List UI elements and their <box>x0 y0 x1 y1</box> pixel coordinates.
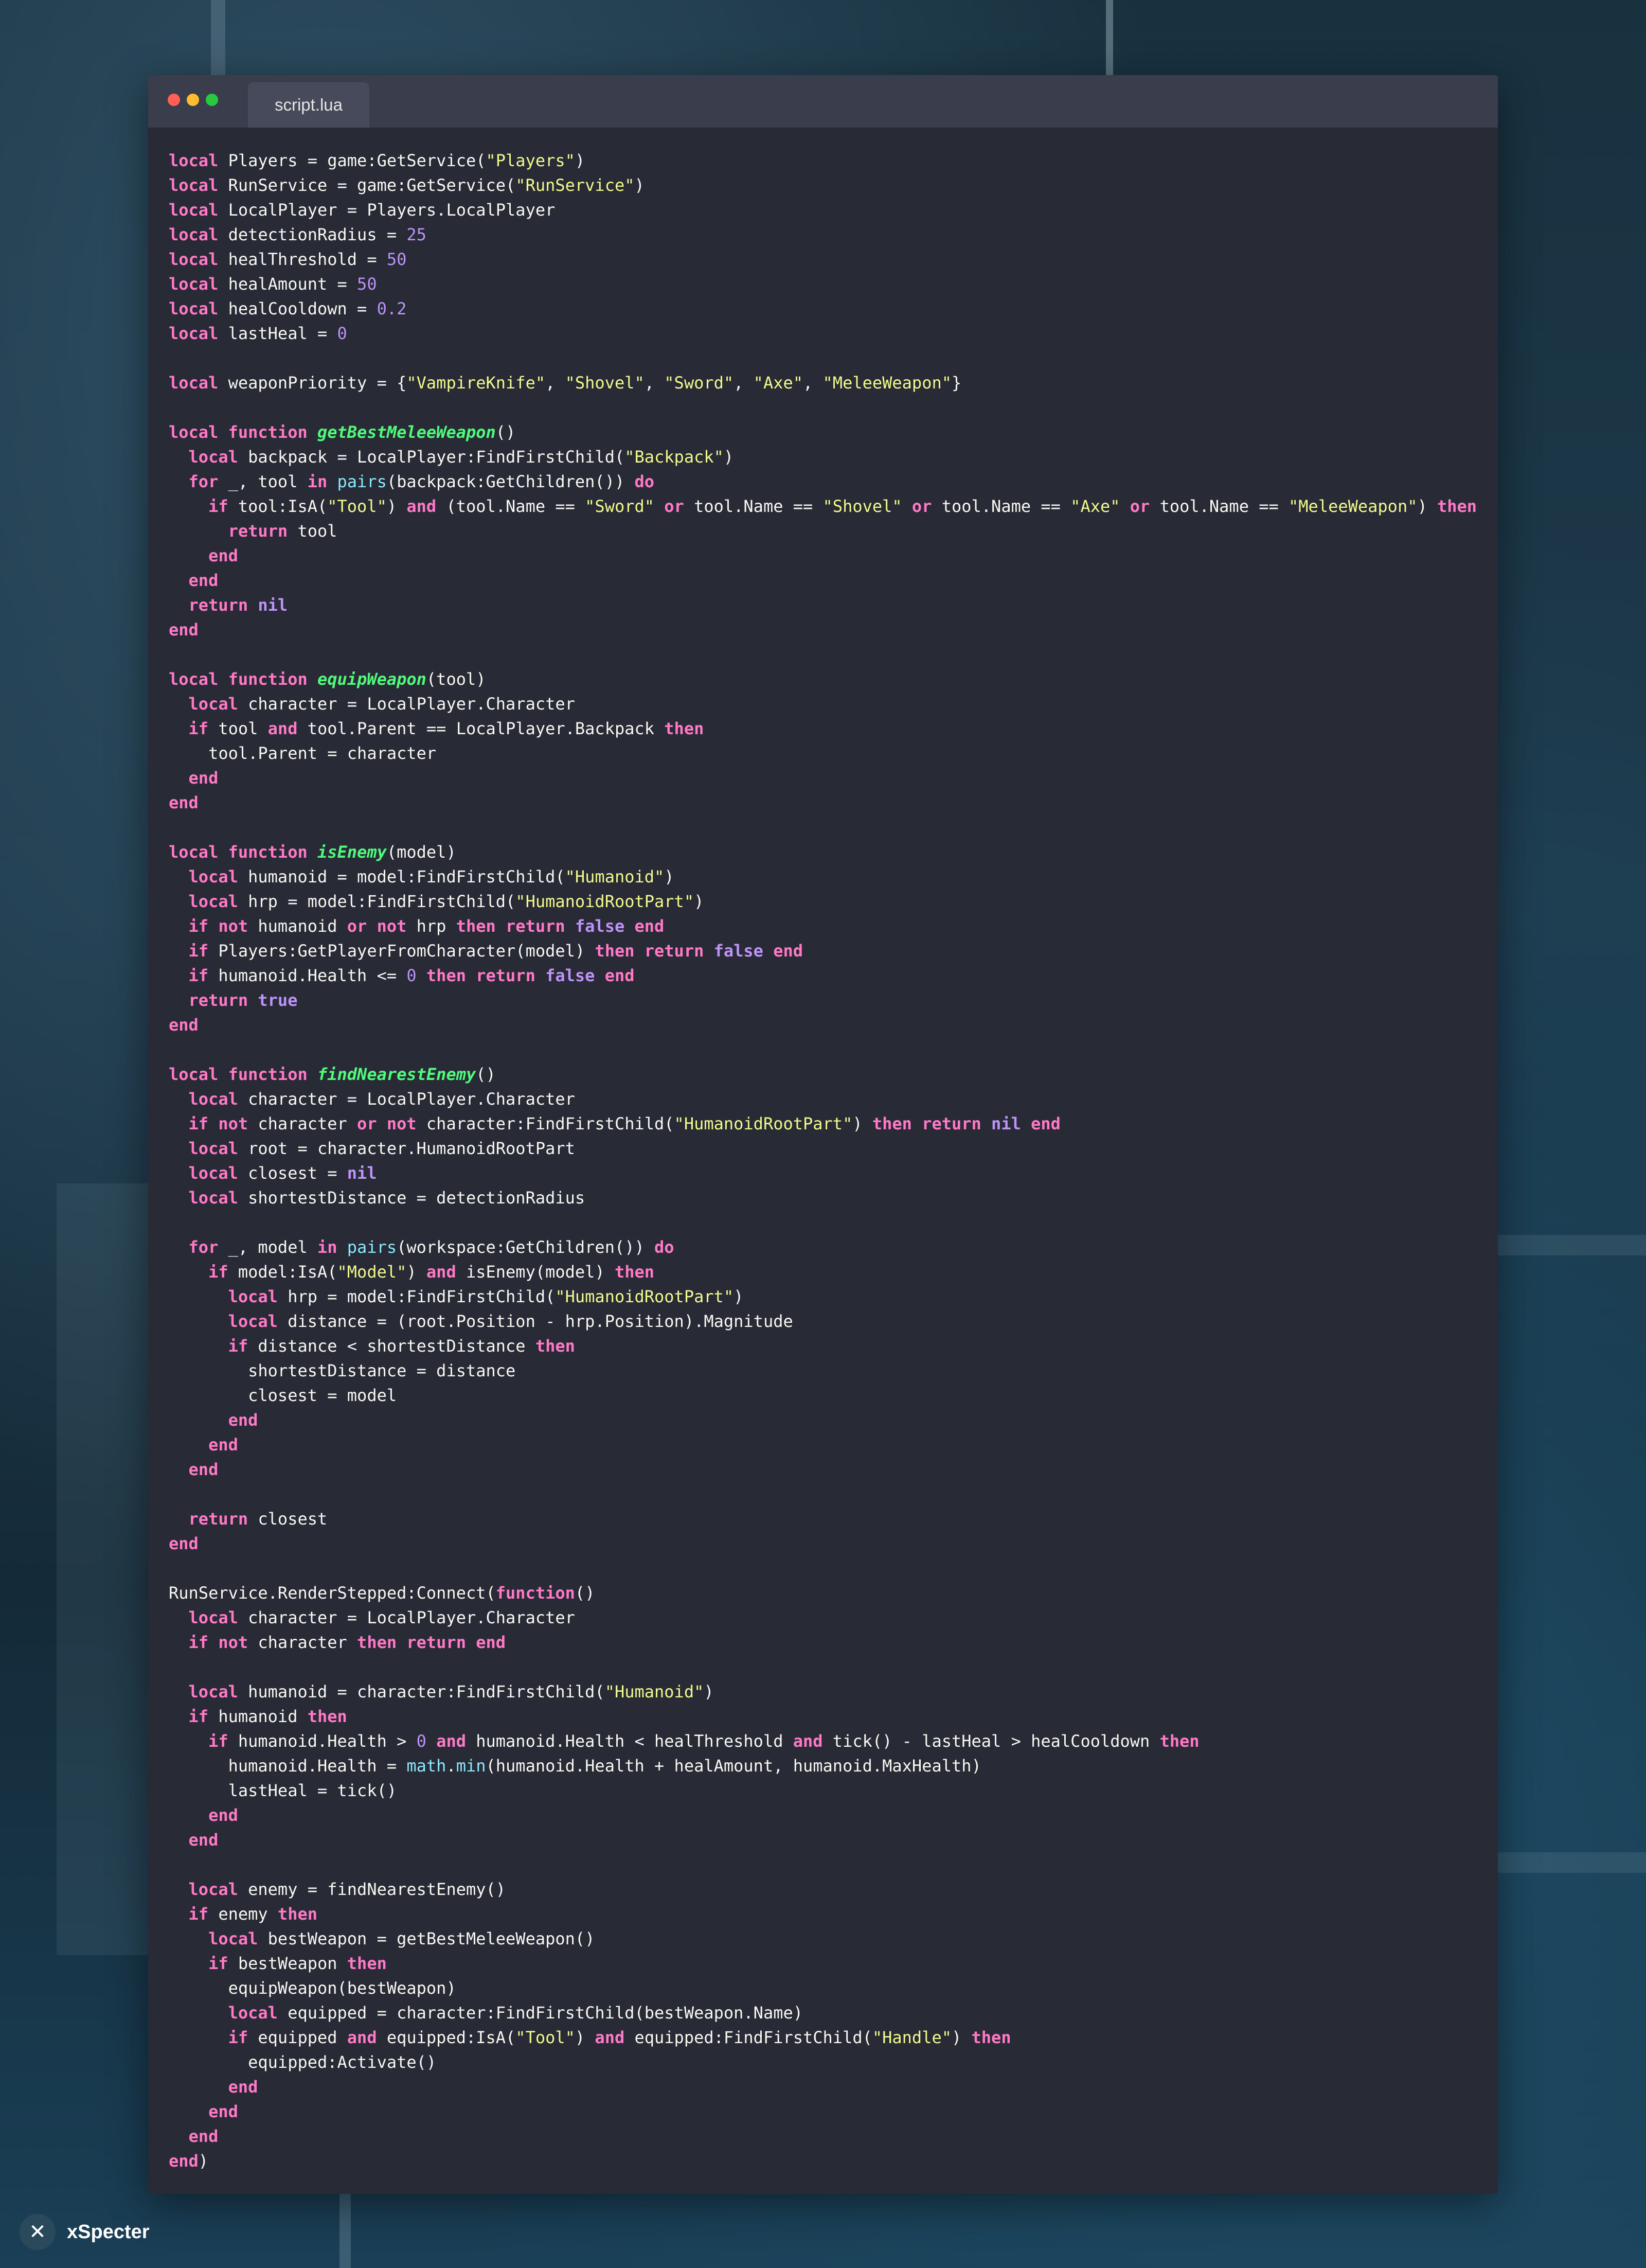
code-line: local character = LocalPlayer.Character <box>188 694 575 714</box>
code-line: local enemy = findNearestEnemy() <box>188 1880 506 1899</box>
code-line: end <box>188 1460 219 1479</box>
xspecter-logo-icon: ✕ <box>20 2214 56 2250</box>
code-line: end <box>188 768 219 788</box>
code-window: script.lua local Players = game:GetServi… <box>148 75 1498 2194</box>
code-line: local detectionRadius = 25 <box>169 225 426 244</box>
code-line: if tool:IsA("Tool") and (tool.Name == "S… <box>208 497 1477 516</box>
code-line: if not character then return end <box>188 1633 506 1652</box>
code-line: local Players = game:GetService("Players… <box>169 151 585 170</box>
code-line: if bestWeapon then <box>208 1954 387 1973</box>
code-line: local backpack = LocalPlayer:FindFirstCh… <box>188 447 734 467</box>
code-line: local healCooldown = 0.2 <box>169 299 407 318</box>
code-line: local character = LocalPlayer.Character <box>188 1608 575 1627</box>
code-line: if humanoid.Health > 0 and humanoid.Heal… <box>208 1731 1200 1751</box>
code-line: tool.Parent = character <box>208 743 437 763</box>
close-window-button[interactable] <box>168 94 180 106</box>
code-line: end <box>208 1435 238 1455</box>
code-line: if humanoid then <box>188 1707 347 1726</box>
code-line: local hrp = model:FindFirstChild("Humano… <box>188 892 704 911</box>
code-line: local healAmount = 50 <box>169 274 377 294</box>
code-line: return closest <box>188 1509 328 1529</box>
code-line: return true <box>188 990 298 1010</box>
code-line: end <box>169 1015 199 1035</box>
code-line: for _, tool in pairs(backpack:GetChildre… <box>188 472 655 491</box>
background-decoration <box>339 2187 351 2268</box>
code-line: return nil <box>188 595 288 615</box>
code-line: local character = LocalPlayer.Character <box>188 1089 575 1109</box>
code-line: humanoid.Health = math.min(humanoid.Heal… <box>228 1756 981 1776</box>
code-line: end <box>169 620 199 640</box>
code-line: local bestWeapon = getBestMeleeWeapon() <box>208 1929 595 1948</box>
code-line: end <box>188 2127 219 2146</box>
code-line: return tool <box>228 521 337 541</box>
code-line: end <box>228 1410 258 1430</box>
code-line: local weaponPriority = {"VampireKnife", … <box>169 373 962 393</box>
code-line: lastHeal = tick() <box>228 1781 397 1800</box>
code-line: if tool and tool.Parent == LocalPlayer.B… <box>188 719 704 738</box>
code-line: if enemy then <box>188 1904 317 1924</box>
tab-label: script.lua <box>274 95 343 114</box>
code-line: local closest = nil <box>188 1163 377 1183</box>
code-line: equipWeapon(bestWeapon) <box>228 1978 456 1998</box>
code-line: end <box>208 1805 238 1825</box>
maximize-window-button[interactable] <box>206 94 218 106</box>
background-decoration <box>211 0 225 82</box>
code-line: end <box>208 2102 238 2121</box>
code-line: local distance = (root.Position - hrp.Po… <box>228 1312 793 1331</box>
code-line: if not humanoid or not hrp then return f… <box>188 916 665 936</box>
code-line: if not character or not character:FindFi… <box>188 1114 1061 1133</box>
code-line: if Players:GetPlayerFromCharacter(model)… <box>188 941 803 961</box>
code-line: local hrp = model:FindFirstChild("Humano… <box>228 1287 744 1306</box>
code-line: if equipped and equipped:IsA("Tool") and… <box>228 2028 1011 2047</box>
code-line: local LocalPlayer = Players.LocalPlayer <box>169 200 556 220</box>
code-line: end <box>208 546 238 565</box>
code-line: end <box>188 571 219 590</box>
code-line: local shortestDistance = detectionRadius <box>188 1188 585 1208</box>
code-line: local root = character.HumanoidRootPart <box>188 1139 575 1158</box>
minimize-window-button[interactable] <box>187 94 199 106</box>
code-line: end) <box>169 2151 209 2171</box>
code-line: for _, model in pairs(workspace:GetChild… <box>188 1237 674 1257</box>
brand-name: xSpecter <box>67 2221 150 2243</box>
code-line: shortestDistance = distance <box>248 1361 516 1380</box>
code-line: local humanoid = character:FindFirstChil… <box>188 1682 714 1702</box>
code-editor[interactable]: local Players = game:GetService("Players… <box>169 148 1486 2175</box>
code-line: local lastHeal = 0 <box>169 324 347 343</box>
code-line: local function equipWeapon(tool) <box>169 669 486 689</box>
code-line: end <box>188 1830 219 1850</box>
code-line: if model:IsA("Model") and isEnemy(model)… <box>208 1262 655 1282</box>
background-decoration <box>1497 1852 1646 1873</box>
code-line: equipped:Activate() <box>248 2052 437 2072</box>
window-titlebar: script.lua <box>148 75 1498 128</box>
code-line: local RunService = game:GetService("RunS… <box>169 175 645 195</box>
code-line: local healThreshold = 50 <box>169 250 407 269</box>
code-line: RunService.RenderStepped:Connect(functio… <box>169 1583 595 1603</box>
code-line: local humanoid = model:FindFirstChild("H… <box>188 867 674 887</box>
brand-watermark: ✕ xSpecter <box>20 2214 150 2250</box>
code-line: end <box>228 2077 258 2097</box>
code-line: local equipped = character:FindFirstChil… <box>228 2003 803 2023</box>
background-decoration <box>1106 0 1113 77</box>
code-line: end <box>169 1534 199 1553</box>
code-line: local function findNearestEnemy() <box>169 1065 496 1084</box>
code-line: local function getBestMeleeWeapon() <box>169 422 516 442</box>
tab-script-file[interactable]: script.lua <box>248 82 369 128</box>
code-line: end <box>169 793 199 812</box>
code-line: if distance < shortestDistance then <box>228 1336 575 1356</box>
background-decoration <box>57 1183 149 1955</box>
code-line: if humanoid.Health <= 0 then return fals… <box>188 966 635 985</box>
code-line: closest = model <box>248 1386 397 1405</box>
code-line: local function isEnemy(model) <box>169 842 456 862</box>
background-decoration <box>1497 1235 1646 1255</box>
